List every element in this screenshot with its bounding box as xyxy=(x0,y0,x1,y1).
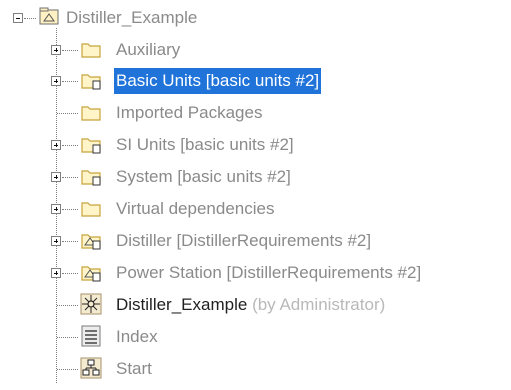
shared-package-icon xyxy=(80,165,102,187)
expand-toggle[interactable] xyxy=(51,268,61,278)
tree-row-distiller-example-diagram[interactable]: Distiller_Example (by Administrator) xyxy=(0,289,511,320)
shared-package-icon xyxy=(80,133,102,155)
tree-label[interactable]: Index xyxy=(114,324,160,350)
tree-label-root[interactable]: Distiller_Example xyxy=(64,5,199,31)
expand-toggle[interactable] xyxy=(51,76,61,86)
expand-toggle[interactable] xyxy=(51,172,61,182)
tree-label[interactable]: Virtual dependencies xyxy=(114,196,276,222)
tree-label[interactable]: Imported Packages xyxy=(114,100,264,126)
tree-label[interactable]: Auxiliary xyxy=(114,37,182,63)
tree-row-si-units[interactable]: SI Units [basic units #2] xyxy=(0,129,511,160)
tree-label[interactable]: SI Units [basic units #2] xyxy=(114,132,296,158)
diagram-icon xyxy=(80,293,102,315)
folder-icon xyxy=(80,101,102,123)
folder-icon xyxy=(80,197,102,219)
tree-row-basic-units[interactable]: Basic Units [basic units #2] xyxy=(0,65,511,96)
tree-label-selected[interactable]: Basic Units [basic units #2] xyxy=(114,68,322,94)
tree-label[interactable]: Start xyxy=(114,356,154,382)
expand-toggle[interactable] xyxy=(51,140,61,150)
tree-label[interactable]: Distiller_Example (by Administrator) xyxy=(114,292,387,318)
tree-label[interactable]: System [basic units #2] xyxy=(114,164,293,190)
shared-model-icon xyxy=(80,261,102,283)
folder-icon xyxy=(80,38,102,60)
expand-toggle[interactable] xyxy=(51,236,61,246)
tree-row-root[interactable]: Distiller_Example xyxy=(0,2,511,33)
hierarchy-icon xyxy=(80,357,102,379)
tree-label[interactable]: Power Station [DistillerRequirements #2] xyxy=(114,260,423,286)
tree-row-start[interactable]: Start xyxy=(0,353,511,384)
expand-toggle[interactable] xyxy=(51,204,61,214)
shared-model-icon xyxy=(80,229,102,251)
tree-row-imported-packages[interactable]: Imported Packages xyxy=(0,97,511,128)
tree-row-power-station[interactable]: Power Station [DistillerRequirements #2] xyxy=(0,257,511,288)
containment-tree: Distiller_Example Auxiliary Basic Units … xyxy=(0,0,511,390)
tree-label[interactable]: Distiller [DistillerRequirements #2] xyxy=(114,228,373,254)
expand-toggle[interactable] xyxy=(51,45,61,55)
owner-suffix: (by Administrator) xyxy=(252,295,386,314)
tree-row-index[interactable]: Index xyxy=(0,321,511,352)
tree-row-distiller[interactable]: Distiller [DistillerRequirements #2] xyxy=(0,225,511,256)
tree-row-auxiliary[interactable]: Auxiliary xyxy=(0,34,511,65)
document-icon xyxy=(80,325,102,347)
collapse-toggle[interactable] xyxy=(13,13,23,23)
shared-package-icon xyxy=(80,69,102,91)
package-icon xyxy=(38,6,60,28)
tree-row-virtual-dependencies[interactable]: Virtual dependencies xyxy=(0,193,511,224)
tree-row-system[interactable]: System [basic units #2] xyxy=(0,161,511,192)
diagram-name: Distiller_Example xyxy=(116,295,248,314)
